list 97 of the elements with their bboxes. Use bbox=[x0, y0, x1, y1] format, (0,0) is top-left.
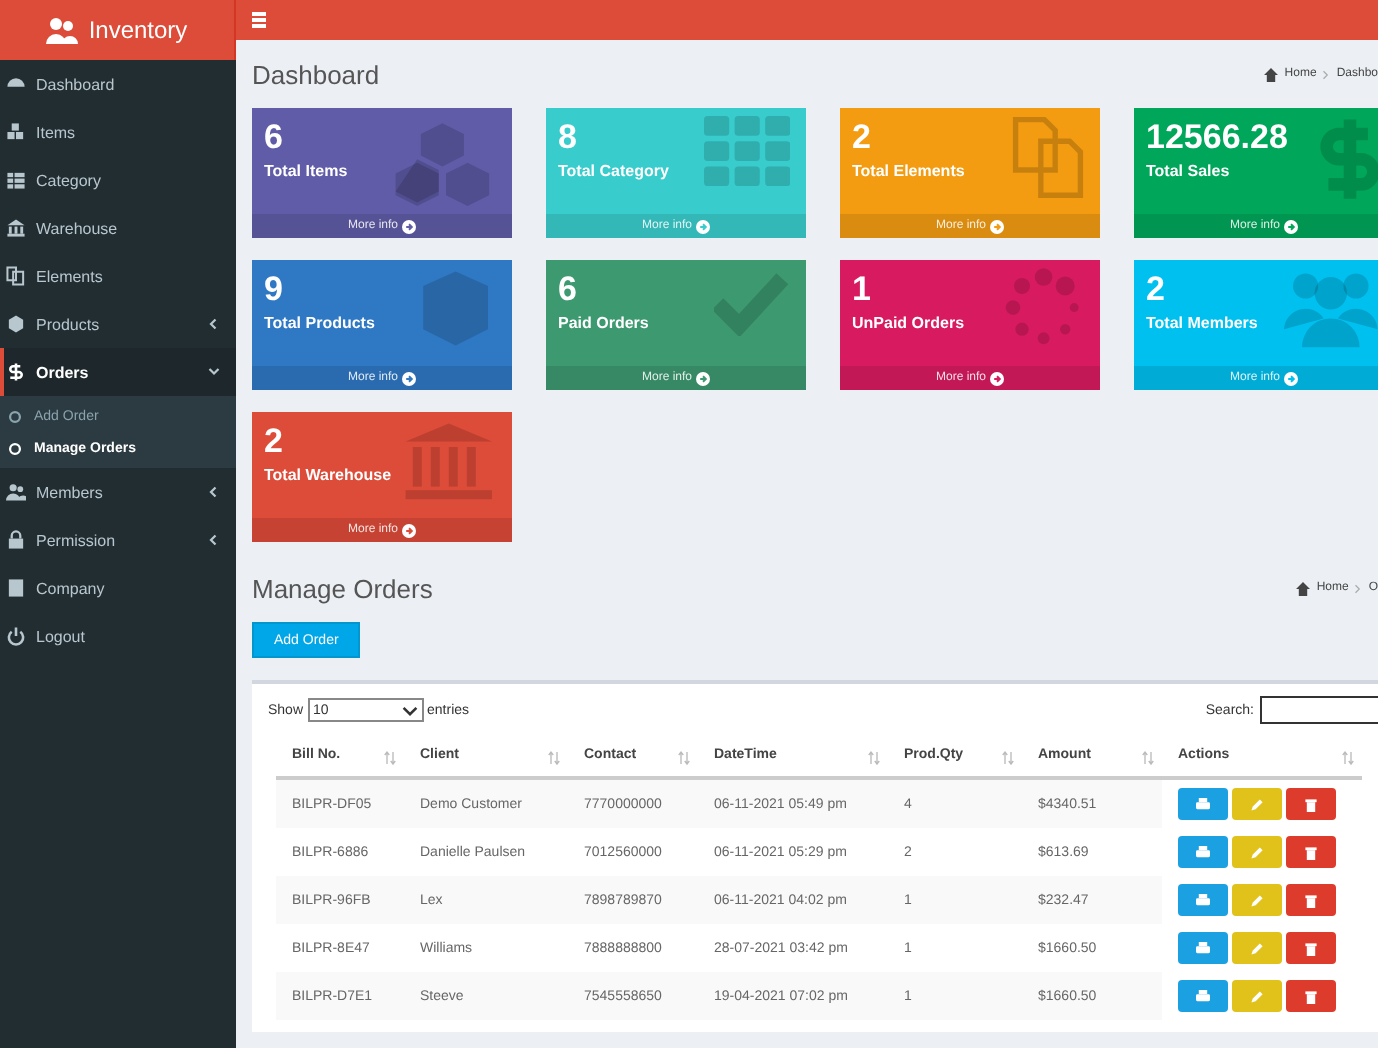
arrow-circle-icon bbox=[696, 371, 710, 385]
print-button[interactable] bbox=[1178, 980, 1228, 1012]
stat-value: 8 bbox=[558, 118, 577, 158]
section-title: Manage Orders bbox=[252, 573, 433, 603]
sort-icon bbox=[678, 749, 690, 765]
sidebar-item[interactable]: Products bbox=[0, 300, 236, 348]
print-button[interactable] bbox=[1178, 788, 1228, 820]
trash-icon bbox=[1304, 989, 1318, 1003]
sidebar-item[interactable]: Elements bbox=[0, 252, 236, 300]
arrow-circle-icon bbox=[402, 371, 416, 385]
stat-value: 6 bbox=[558, 270, 577, 310]
stat-value: 2 bbox=[264, 422, 283, 462]
trash-icon bbox=[1304, 797, 1318, 811]
delete-button[interactable] bbox=[1286, 836, 1336, 868]
home-icon bbox=[1296, 581, 1311, 595]
sort-icon bbox=[548, 749, 560, 765]
stat-label: Total Warehouse bbox=[264, 466, 392, 484]
trash-icon bbox=[1304, 941, 1318, 955]
bank-icon bbox=[6, 218, 26, 238]
menu-icon[interactable] bbox=[252, 12, 266, 28]
sidebar-item[interactable]: Permission bbox=[0, 516, 236, 564]
stat-value: 9 bbox=[264, 270, 283, 310]
sidebar-item[interactable]: Category bbox=[0, 156, 236, 204]
stat-label: Total Category bbox=[558, 162, 669, 180]
arrow-circle-icon bbox=[990, 219, 1004, 233]
sort-icon bbox=[868, 749, 880, 765]
sidebar-item[interactable]: Warehouse bbox=[0, 204, 236, 252]
building-icon bbox=[6, 578, 26, 598]
sort-icon bbox=[1342, 749, 1354, 765]
stat-label: Paid Orders bbox=[558, 314, 649, 332]
arrow-circle-icon bbox=[402, 523, 416, 537]
pencil-icon bbox=[1250, 845, 1264, 859]
lock-icon bbox=[6, 530, 26, 550]
stat-label: Total Items bbox=[264, 162, 348, 180]
print-button[interactable] bbox=[1178, 836, 1228, 868]
page-title: Dashboard bbox=[252, 59, 380, 89]
arrow-circle-icon bbox=[1284, 219, 1298, 233]
sidebar-item[interactable]: Company bbox=[0, 564, 236, 612]
stat-label: Total Products bbox=[264, 314, 375, 332]
grid-icon bbox=[6, 170, 26, 190]
home-icon bbox=[1264, 67, 1279, 81]
sidebar-item[interactable]: Dashboard bbox=[0, 60, 236, 108]
sidebar-item[interactable]: Items bbox=[0, 108, 236, 156]
pencil-icon bbox=[1250, 893, 1264, 907]
pencil-icon bbox=[1250, 941, 1264, 955]
bank-icon bbox=[402, 420, 496, 503]
printer-icon bbox=[1196, 845, 1210, 859]
printer-icon bbox=[1196, 893, 1210, 907]
dollar-icon bbox=[6, 362, 26, 382]
stat-value: 2 bbox=[1146, 270, 1165, 310]
users-icon bbox=[6, 482, 26, 502]
sidebar-item[interactable]: Members bbox=[0, 468, 236, 516]
delete-button[interactable] bbox=[1286, 932, 1336, 964]
arrow-circle-icon bbox=[402, 219, 416, 233]
print-button[interactable] bbox=[1178, 932, 1228, 964]
sort-icon bbox=[1142, 749, 1154, 765]
stat-label: Total Members bbox=[1146, 314, 1258, 332]
stat-value: 6 bbox=[264, 118, 283, 158]
files-icon bbox=[1012, 116, 1084, 199]
users-icon bbox=[46, 16, 79, 44]
printer-icon bbox=[1196, 941, 1210, 955]
spinner-icon bbox=[1004, 268, 1084, 348]
power-icon bbox=[6, 626, 26, 646]
stat-value: 1 bbox=[852, 270, 871, 310]
sidebar-item[interactable]: Orders bbox=[0, 348, 236, 396]
stat-label: Total Sales bbox=[1146, 162, 1230, 180]
arrow-circle-icon bbox=[990, 371, 1004, 385]
logo[interactable]: Inventory bbox=[0, 0, 236, 60]
stat-label: Total Elements bbox=[852, 162, 965, 180]
sidebar-item[interactable]: Logout bbox=[0, 612, 236, 660]
files-icon bbox=[6, 266, 26, 286]
delete-button[interactable] bbox=[1286, 980, 1336, 1012]
stat-label: UnPaid Orders bbox=[852, 314, 965, 332]
cubes-icon bbox=[6, 122, 26, 142]
delete-button[interactable] bbox=[1286, 788, 1336, 820]
users-icon bbox=[1284, 268, 1378, 348]
trash-icon bbox=[1304, 845, 1318, 859]
chevron-right-icon bbox=[1354, 583, 1363, 593]
circle-icon bbox=[8, 409, 22, 423]
chevron-right-icon bbox=[1322, 69, 1331, 79]
printer-icon bbox=[1196, 797, 1210, 811]
trash-icon bbox=[1304, 893, 1318, 907]
stat-value: 2 bbox=[852, 118, 871, 158]
arrow-circle-icon bbox=[696, 219, 710, 233]
sort-icon bbox=[384, 749, 396, 765]
stat-value: 12566.28 bbox=[1146, 118, 1288, 158]
box-icon bbox=[6, 314, 26, 334]
delete-button[interactable] bbox=[1286, 884, 1336, 916]
printer-icon bbox=[1196, 989, 1210, 1003]
sort-icon bbox=[1002, 749, 1014, 765]
pencil-icon bbox=[1250, 797, 1264, 811]
caret-icon bbox=[401, 705, 418, 715]
grid-icon bbox=[703, 116, 790, 187]
print-button[interactable] bbox=[1178, 884, 1228, 916]
circle-icon bbox=[8, 441, 22, 455]
arrow-circle-icon bbox=[1284, 371, 1298, 385]
pencil-icon bbox=[1250, 989, 1264, 1003]
